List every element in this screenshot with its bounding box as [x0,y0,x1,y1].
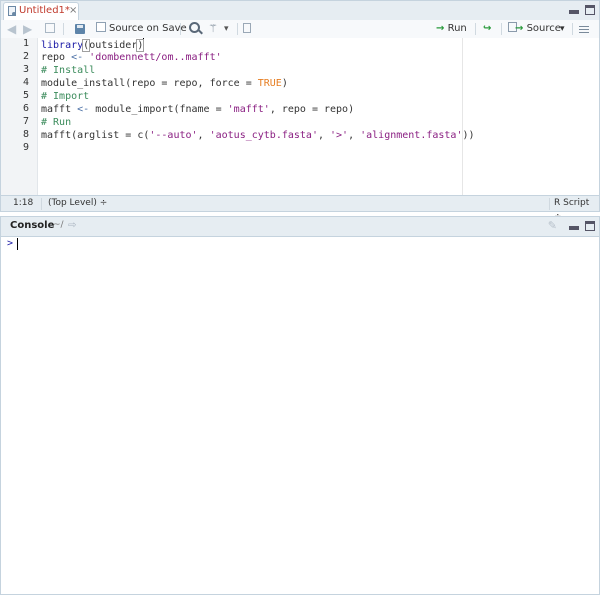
source-button[interactable]: → Source [508,21,561,37]
code-tools-dropdown-icon[interactable]: ▾ [224,21,229,37]
code-line-5: # Import [41,91,90,102]
code-line-4: module_install(repo = repo, force = TRUE… [41,78,288,89]
editor-tabbar: Untitled1* × [1,1,599,21]
source-on-save-checkbox[interactable] [96,22,106,32]
source-label: Source [526,23,561,34]
back-arrow-icon[interactable]: ◀ [7,21,16,37]
pane-window-controls [566,5,595,16]
line-number: 1 [22,38,29,49]
search-icon[interactable] [189,22,200,33]
minimize-pane-icon[interactable] [568,10,579,14]
cursor-position: 1:18 [13,198,34,208]
run-label: Run [447,23,467,34]
code-line-2: repo <- 'dombennett/om..mafft' [41,52,222,63]
working-directory: ~/ [53,220,64,230]
text-cursor [143,38,145,50]
source-arrow-icon: → [515,23,524,34]
scope-selector[interactable]: (Top Level) ÷ [48,196,107,210]
source-on-save-label: Source on Save [109,23,187,34]
code-tools-wand-icon[interactable]: ⚚ [208,21,218,37]
compile-report-icon[interactable] [243,23,251,33]
line-number: 8 [22,129,29,140]
r-document-icon [8,6,16,16]
code-editor[interactable]: 1 2 3 4 5 6 7 8 9 library(outsider) repo… [1,38,599,197]
rerun-icon[interactable]: ↪ [483,21,491,37]
goto-directory-icon[interactable]: ⇨ [68,220,76,231]
line-number: 2 [22,51,29,62]
console-header: Console ~/ ⇨ ✎ [1,217,599,237]
console-text-cursor [17,238,18,250]
tab-untitled1[interactable]: Untitled1* × [3,2,79,20]
line-number: 3 [22,64,29,75]
line-number: 6 [22,103,29,114]
code-line-7: # Run [41,117,72,128]
console-prompt: > [7,238,14,249]
tab-title: Untitled1* [19,5,70,16]
line-number-gutter: 1 2 3 4 5 6 7 8 9 [1,38,38,197]
source-editor-pane: Untitled1* × ◀ ▶ Source on Save ⚚ ▾ → Ru… [0,0,600,222]
line-number: 7 [22,116,29,127]
line-number: 5 [22,90,29,101]
print-margin-line [462,38,463,197]
forward-arrow-icon[interactable]: ▶ [23,21,32,37]
code-line-8: mafft(arglist = c('--auto', 'aotus_cytb.… [41,130,475,141]
line-number: 4 [22,77,29,88]
console-tab[interactable]: Console [10,220,54,231]
tab-close-icon[interactable]: × [69,5,77,16]
maximize-console-icon[interactable] [585,221,595,231]
run-button[interactable]: → Run [436,21,467,37]
console-output[interactable]: > [1,236,599,594]
maximize-pane-icon[interactable] [585,5,595,15]
code-line-1: library(outsider) [41,38,145,52]
source-dropdown-icon[interactable]: ▾ [560,21,565,37]
save-icon[interactable] [75,24,85,34]
run-arrow-icon: → [436,23,445,34]
editor-statusbar: 1:18 (Top Level) ÷ R Script ÷ [1,195,599,222]
line-number: 9 [22,142,29,153]
console-pane: Console ~/ ⇨ ✎ > [0,216,600,595]
show-in-window-icon[interactable] [45,23,55,33]
clear-console-brush-icon[interactable]: ✎ [548,219,557,232]
code-line-6: mafft <- module_import(fname = 'mafft', … [41,104,355,115]
minimize-console-icon[interactable] [568,226,579,230]
source-on-save-toggle[interactable]: Source on Save [96,21,187,37]
editor-toolbar: ◀ ▶ Source on Save ⚚ ▾ → Run ↪ → Source … [1,20,599,39]
code-line-3: # Install [41,65,96,76]
console-window-controls [566,221,595,232]
